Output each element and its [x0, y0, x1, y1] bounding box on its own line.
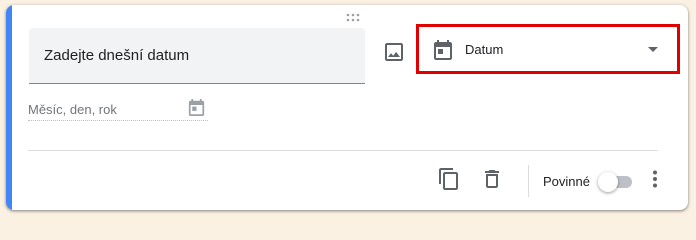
- calendar-icon: [188, 98, 205, 117]
- image-icon: [385, 43, 403, 61]
- date-placeholder: Měsíc, den, rok: [28, 102, 117, 117]
- active-accent-bar: [6, 5, 12, 210]
- calendar-icon: [433, 39, 453, 61]
- delete-button[interactable]: [480, 167, 504, 191]
- trash-icon: [485, 170, 499, 188]
- question-type-label: Datum: [465, 42, 504, 57]
- more-vert-icon: [653, 170, 657, 188]
- toggle-thumb: [598, 172, 618, 192]
- question-type-dropdown[interactable]: Datum: [419, 26, 671, 74]
- question-title-input[interactable]: Zadejte dnešní datum: [29, 28, 365, 84]
- add-image-button[interactable]: [382, 40, 406, 64]
- required-label: Povinné: [543, 174, 590, 189]
- footer-separator: [528, 165, 529, 197]
- question-card[interactable]: Zadejte dnešní datum Datum Měsíc, den, r…: [6, 5, 688, 210]
- question-title-text: Zadejte dnešní datum: [44, 47, 190, 64]
- date-answer-field: Měsíc, den, rok: [28, 97, 208, 121]
- drag-handle-icon[interactable]: [346, 13, 360, 22]
- footer-divider: [28, 150, 658, 151]
- more-options-button[interactable]: [643, 167, 667, 191]
- required-toggle[interactable]: [598, 170, 634, 192]
- dropdown-arrow-icon: [648, 47, 658, 52]
- duplicate-button[interactable]: [437, 167, 461, 191]
- copy-icon: [439, 168, 458, 190]
